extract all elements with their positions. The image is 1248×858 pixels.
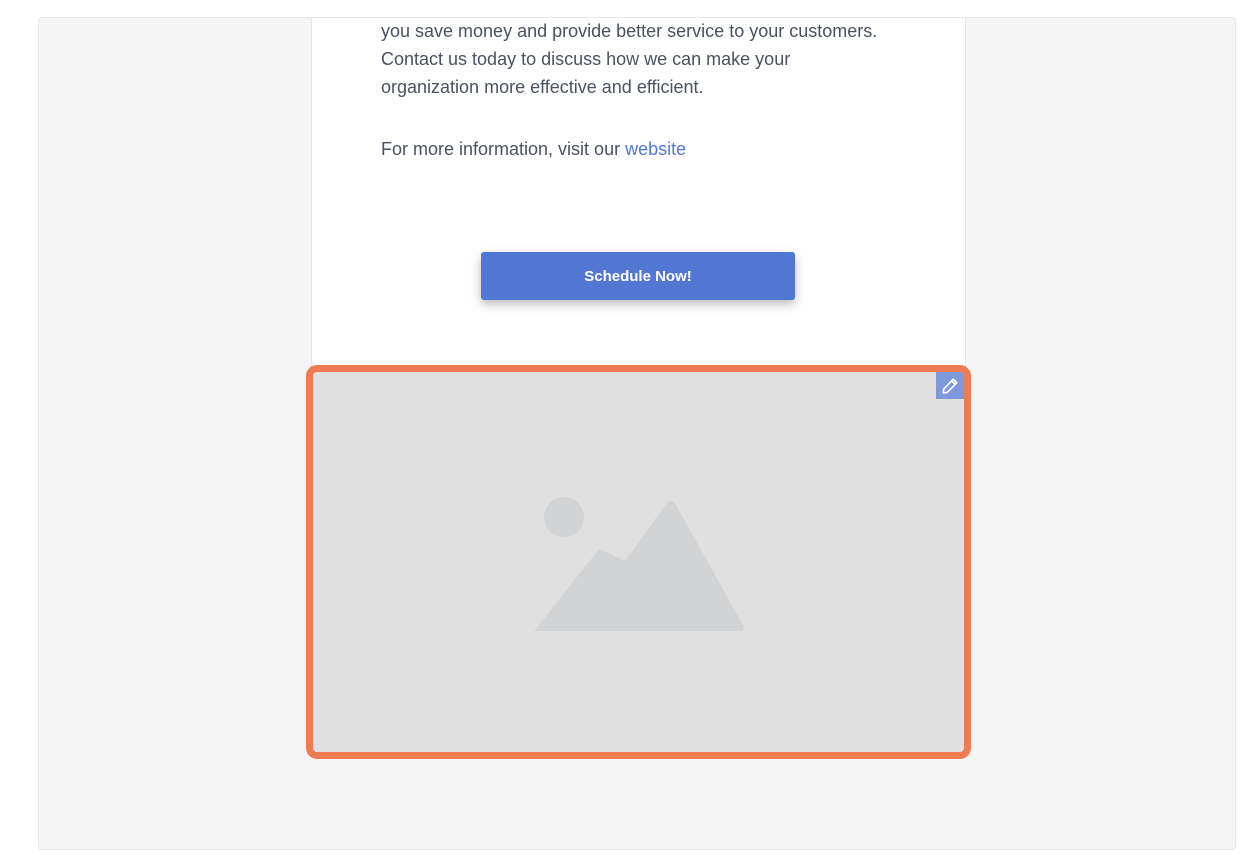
paragraph-line: you save money and provide better servic… bbox=[381, 21, 878, 41]
edit-image-button[interactable] bbox=[936, 372, 964, 399]
editor-canvas: you save money and provide better servic… bbox=[38, 17, 1236, 850]
paragraph-line: Contact us today to discuss how we can m… bbox=[381, 49, 791, 69]
paragraph-line: organization more effective and efficien… bbox=[381, 77, 704, 97]
schedule-now-button[interactable]: Schedule Now! bbox=[481, 252, 795, 300]
text-block[interactable]: you save money and provide better servic… bbox=[381, 18, 921, 113]
image-block-selected[interactable] bbox=[306, 365, 971, 759]
more-info-label: For more information, visit our bbox=[381, 139, 626, 159]
website-link[interactable]: website bbox=[625, 139, 686, 159]
email-body: you save money and provide better servic… bbox=[311, 18, 966, 367]
pencil-icon bbox=[942, 377, 958, 394]
image-placeholder-icon bbox=[534, 497, 744, 631]
more-info-text: For more information, visit our website bbox=[381, 135, 686, 163]
body-paragraph: you save money and provide better servic… bbox=[381, 18, 921, 101]
